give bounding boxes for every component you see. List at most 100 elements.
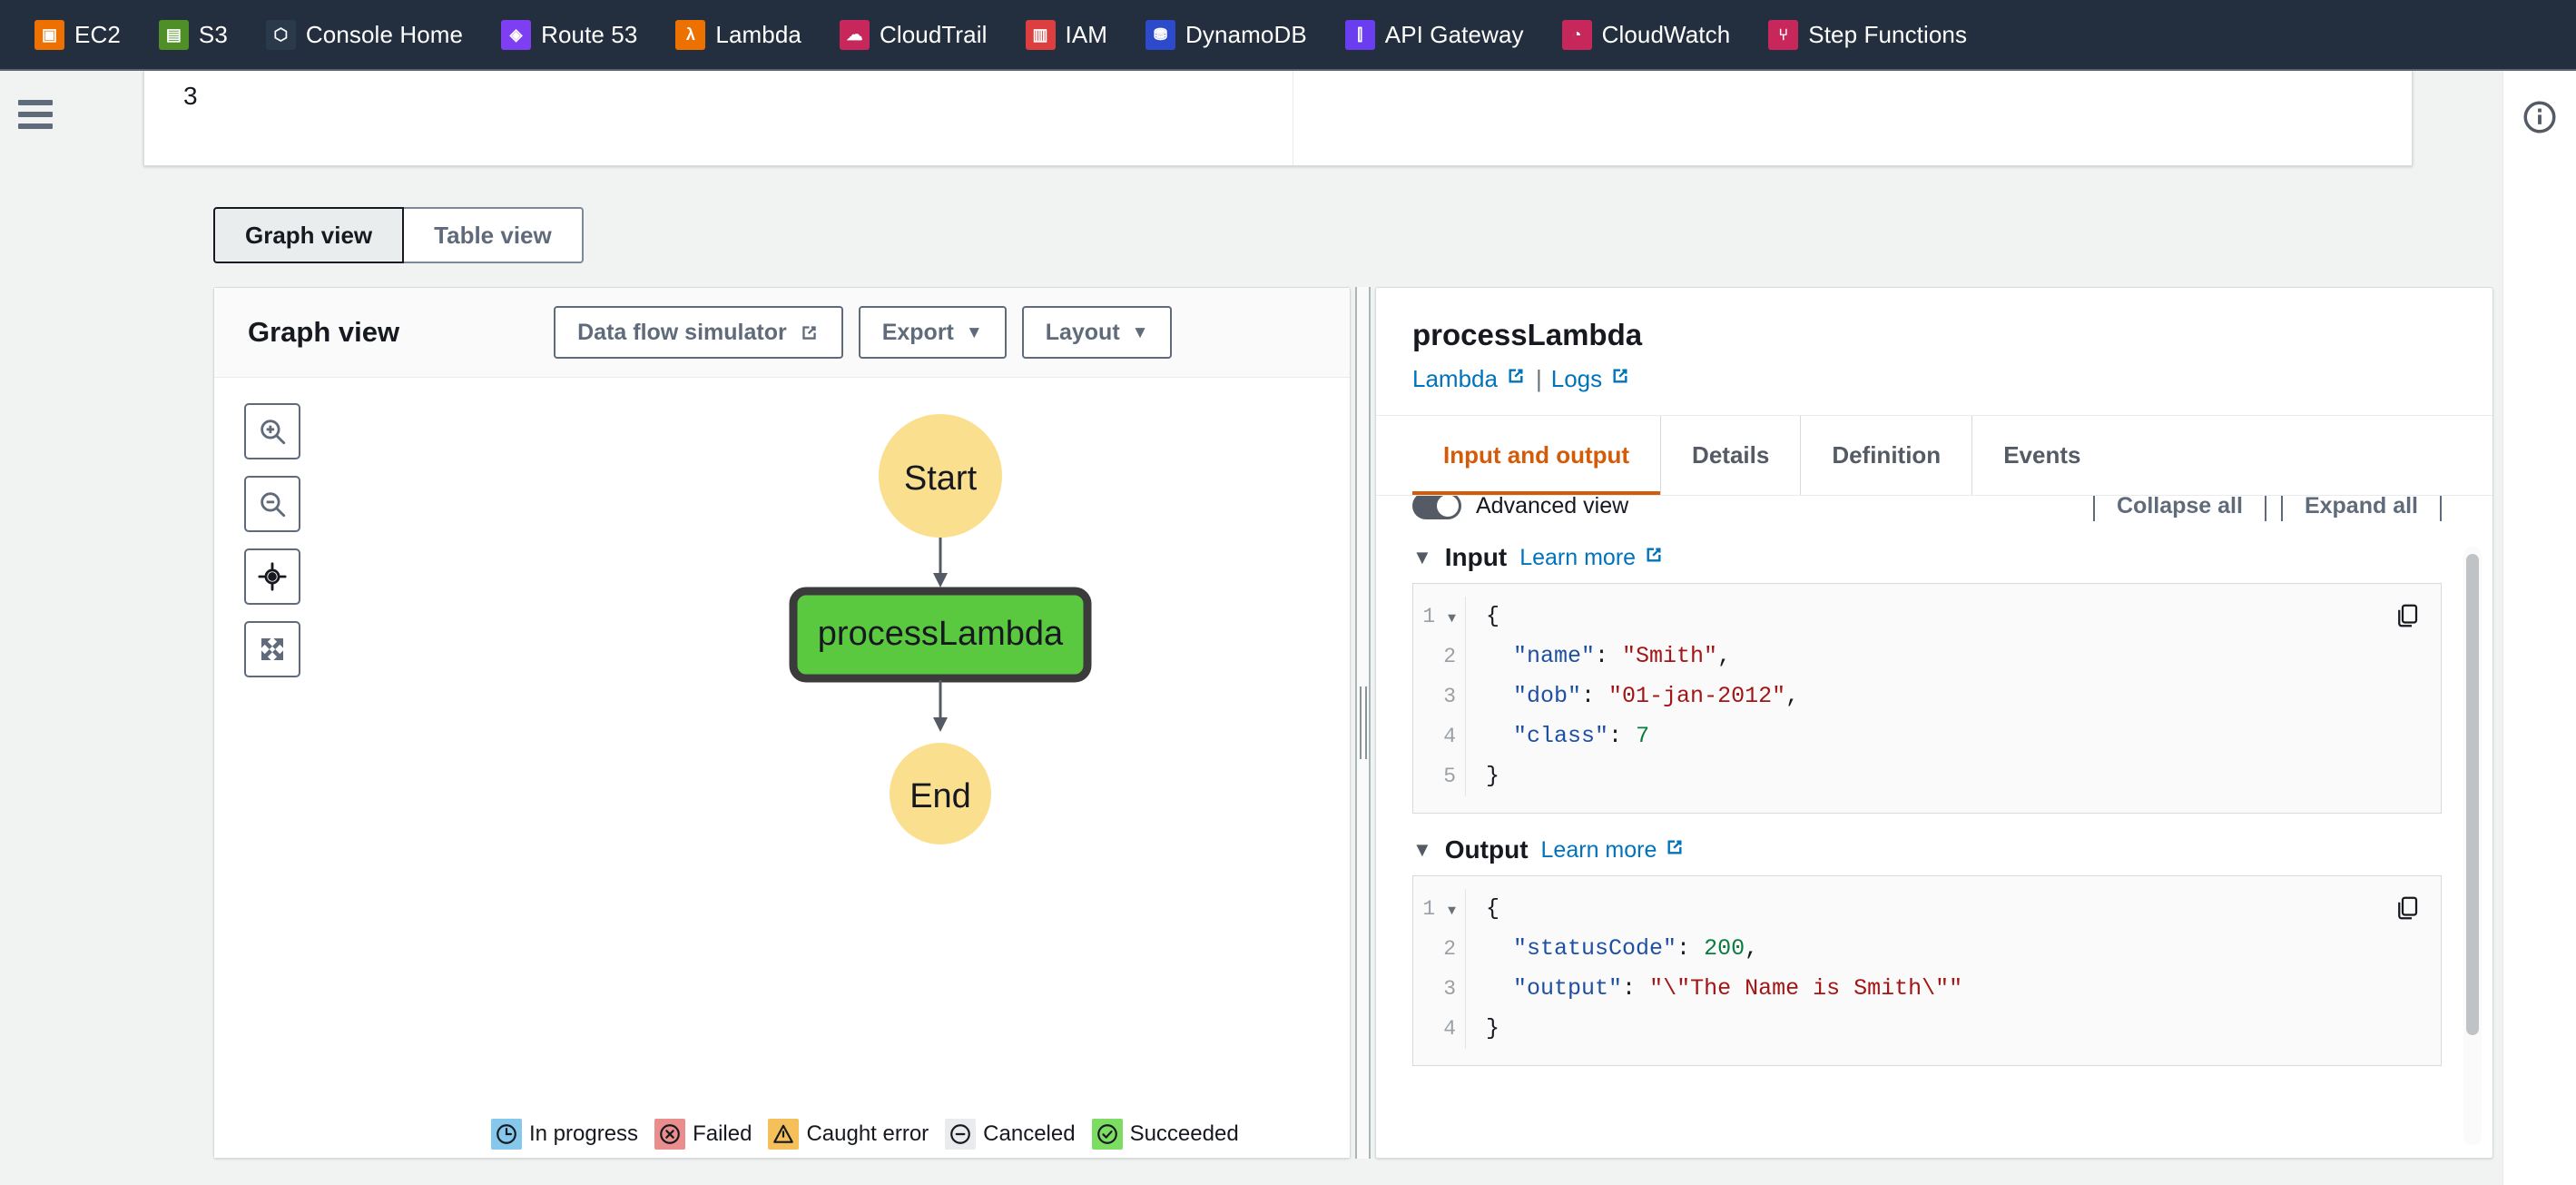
copy-output-icon[interactable] [2394, 894, 2421, 926]
code-line: } [1486, 1015, 1500, 1042]
main-content: 3 Graph view Table view Graph view Data … [71, 71, 2502, 1185]
page-body: 3 Graph view Table view Graph view Data … [0, 71, 2576, 1185]
expand-all-button[interactable]: Expand all [2280, 496, 2442, 521]
legend-item-canceled: Canceled [945, 1119, 1076, 1150]
advanced-view-toggle[interactable] [1412, 496, 1461, 519]
route53-icon: ◈ [501, 19, 532, 50]
minus-circle-icon [945, 1119, 977, 1150]
code-line-number: 3 [1443, 977, 1456, 1001]
nav-item-step-functions[interactable]: ⑂ Step Functions [1768, 19, 1967, 50]
status-legend: In progress Failed Caught error Canceled Suc… [214, 1111, 1350, 1158]
advanced-view-toggle-wrap[interactable]: Advanced view [1412, 496, 1628, 519]
tab-details[interactable]: Details [1661, 416, 1802, 495]
legend-item-caught-error: Caught error [768, 1119, 929, 1150]
detail-panel-scrollbar[interactable] [2463, 547, 2482, 1145]
external-link-icon [1664, 836, 1686, 864]
tab-definition[interactable]: Definition [1801, 416, 1973, 495]
code-line: { [1486, 603, 1500, 629]
check-circle-icon [1091, 1119, 1123, 1150]
tab-events[interactable]: Events [1972, 416, 2111, 495]
nav-item-dynamodb[interactable]: ⛃ DynamoDB [1145, 19, 1307, 50]
code-line-number: 2 [1443, 645, 1456, 668]
nav-item-ec2[interactable]: ▣ EC2 [34, 19, 121, 50]
console-home-icon: ⬡ [265, 19, 296, 50]
copy-input-icon[interactable] [2394, 602, 2421, 634]
info-icon[interactable] [2521, 98, 2559, 1185]
nav-item-route-53[interactable]: ◈ Route 53 [501, 19, 637, 50]
graph-panel-header: Graph view Data flow simulator Export ▼ [214, 288, 1350, 378]
output-code-block[interactable]: 1 ▼ 2 3 4 { "statusCode": 200, "output": "\… [1412, 875, 2442, 1066]
split-container: Graph view Data flow simulator Export ▼ [213, 287, 2502, 1159]
nav-item-label: Console Home [305, 20, 464, 48]
lambda-link[interactable]: Lambda [1412, 365, 1527, 393]
tab-graph-view[interactable]: Graph view [213, 207, 405, 263]
truncated-card-cell: 3 [144, 71, 1293, 165]
output-learn-more-label: Learn more [1540, 836, 1657, 863]
center-focus-button[interactable] [244, 548, 300, 605]
input-line-numbers: 1 ▼ 2 3 4 5 [1413, 597, 1466, 796]
nav-item-console-home[interactable]: ⬡ Console Home [265, 19, 464, 50]
nav-item-s3[interactable]: ▤ S3 [158, 19, 228, 50]
nav-item-label: S3 [198, 20, 228, 48]
triangle-down-icon[interactable]: ▼ [1412, 548, 1432, 568]
graph-canvas[interactable]: Start processLambda End In progress Fail… [214, 378, 1350, 1158]
input-code-lines: { "name": "Smith", "dob": "01-jan-2012",… [1466, 597, 2441, 796]
zoom-controls [244, 403, 300, 677]
collapse-all-button[interactable]: Collapse all [2093, 496, 2266, 521]
lambda-link-label: Lambda [1412, 365, 1498, 392]
code-line-number: 5 [1443, 765, 1456, 788]
nav-item-cloudtrail[interactable]: ☁ CloudTrail [839, 19, 988, 50]
s3-icon: ▤ [158, 19, 189, 50]
external-link-icon [1643, 544, 1665, 572]
input-section-header[interactable]: ▼ Input Learn more [1412, 543, 2442, 572]
legend-item-label: Failed [693, 1121, 752, 1146]
nav-item-cloudwatch[interactable]: ◔ CloudWatch [1561, 19, 1731, 50]
warning-icon [768, 1119, 800, 1150]
nav-item-iam[interactable]: ▥ IAM [1025, 19, 1108, 50]
triangle-down-icon[interactable]: ▼ [1412, 840, 1432, 860]
fit-screen-button[interactable] [244, 621, 300, 677]
output-code-lines: { "statusCode": 200, "output": "\"The Na… [1466, 889, 2441, 1049]
dynamodb-icon: ⛃ [1145, 19, 1176, 50]
nav-item-label: EC2 [74, 20, 121, 48]
zoom-in-button[interactable] [244, 403, 300, 459]
graph-view-panel: Graph view Data flow simulator Export ▼ [213, 287, 1351, 1159]
view-toggle-group: Graph view Table view [213, 207, 2502, 263]
graph-panel-actions: Data flow simulator Export ▼ Layout ▼ [554, 306, 1173, 359]
zoom-out-button[interactable] [244, 476, 300, 532]
hamburger-menu-icon[interactable] [18, 100, 53, 1185]
export-button[interactable]: Export ▼ [858, 306, 1007, 359]
external-link-icon [1505, 365, 1527, 393]
truncated-card-value: 3 [183, 82, 198, 110]
lambda-icon: λ [675, 19, 706, 50]
code-line-number: 1 ▼ [1422, 897, 1456, 921]
code-line-number: 4 [1443, 725, 1456, 748]
export-label: Export [881, 319, 954, 345]
detail-panel-title: processLambda [1412, 318, 1643, 351]
tab-table-view[interactable]: Table view [404, 207, 584, 263]
legend-item-label: Succeeded [1129, 1121, 1239, 1146]
scrollbar-thumb[interactable] [2466, 554, 2479, 1035]
code-line-number: 4 [1443, 1017, 1456, 1041]
output-learn-more-link[interactable]: Learn more [1541, 836, 1686, 864]
layout-button[interactable]: Layout ▼ [1021, 306, 1173, 359]
input-learn-more-link[interactable]: Learn more [1519, 544, 1665, 572]
truncated-card-above: 3 [143, 71, 2413, 166]
nav-item-label: CloudTrail [879, 20, 988, 48]
chevron-down-icon: ▼ [1131, 322, 1149, 342]
nav-item-lambda[interactable]: λ Lambda [675, 19, 801, 50]
logs-link[interactable]: Logs [1551, 365, 1631, 393]
output-section-header[interactable]: ▼ Output Learn more [1412, 835, 2442, 864]
tab-input-and-output[interactable]: Input and output [1412, 416, 1662, 495]
external-link-icon [799, 322, 820, 343]
data-flow-simulator-button[interactable]: Data flow simulator [554, 306, 843, 359]
nav-item-api-gateway[interactable]: ⫿ API Gateway [1344, 19, 1524, 50]
collapse-expand-buttons: Collapse all Expand all [2093, 496, 2442, 521]
input-code-block[interactable]: 1 ▼ 2 3 4 5 { "name": "Smith", "dob": "01-ja… [1412, 583, 2442, 814]
left-rail [0, 71, 71, 1185]
panel-resize-handle[interactable] [1351, 287, 1375, 1159]
code-line-number: 1 ▼ [1422, 605, 1456, 628]
code-line: "statusCode": 200, [1513, 935, 1759, 962]
legend-item-label: Canceled [983, 1121, 1076, 1146]
legend-item-failed: Failed [654, 1119, 752, 1150]
